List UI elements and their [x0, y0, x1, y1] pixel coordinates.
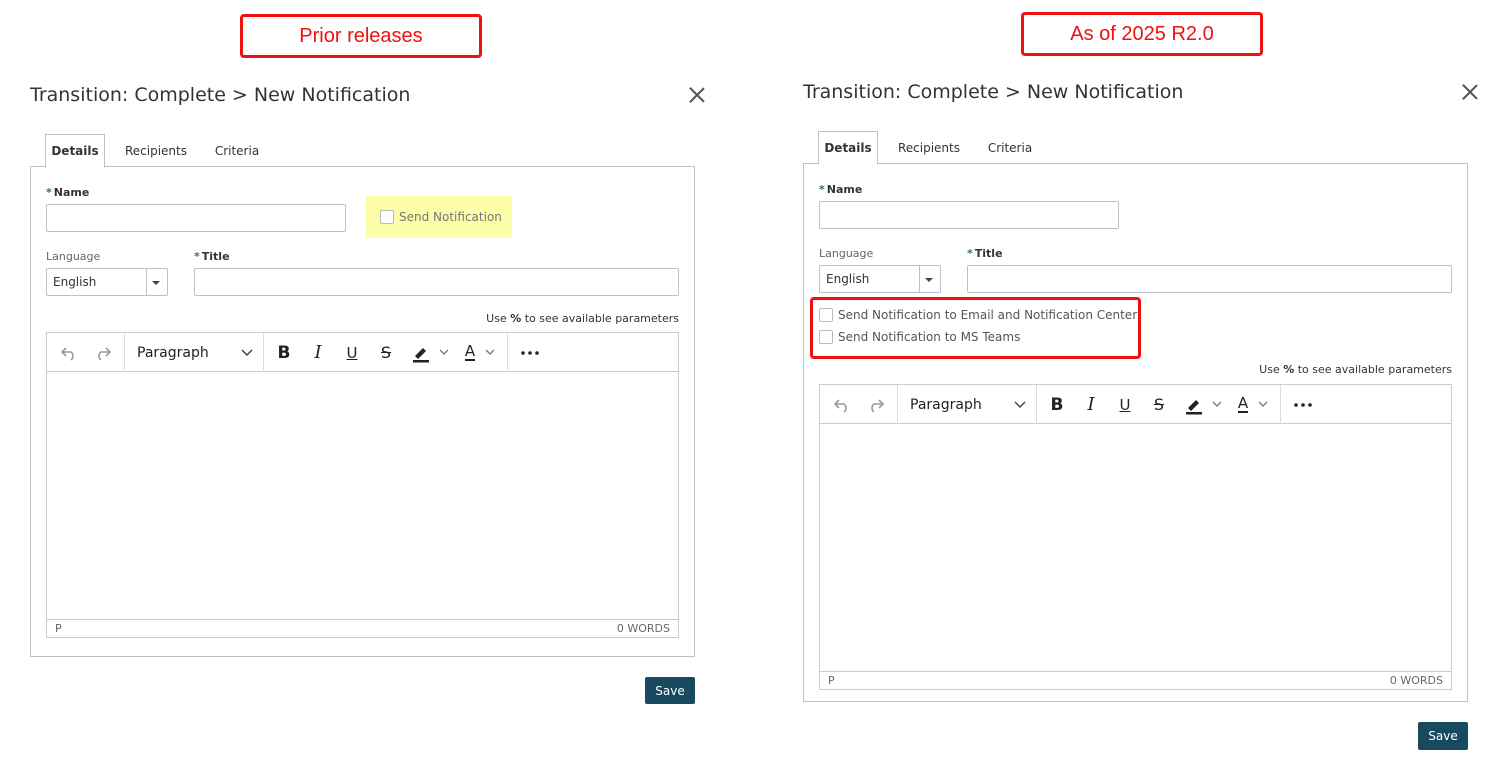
more-icon[interactable]	[515, 333, 545, 372]
tab-criteria[interactable]: Criteria	[208, 134, 266, 168]
send-teams-checkbox[interactable]: Send Notification to MS Teams	[819, 330, 1020, 344]
strikethrough-icon[interactable]: S	[373, 333, 399, 372]
strikethrough-icon[interactable]: S	[1146, 385, 1172, 424]
close-icon[interactable]	[689, 87, 705, 103]
more-icon[interactable]	[1288, 385, 1318, 424]
language-value: English	[826, 272, 870, 286]
chevron-down-icon	[439, 349, 449, 355]
text-color-icon[interactable]: A	[1230, 385, 1276, 424]
language-label: Language	[819, 247, 874, 260]
tab-criteria[interactable]: Criteria	[981, 131, 1039, 165]
checkbox-box[interactable]	[819, 330, 833, 344]
chevron-down-icon	[241, 348, 253, 356]
caret-down-icon	[152, 281, 160, 285]
language-value: English	[53, 275, 97, 289]
underline-icon[interactable]: U	[1112, 385, 1138, 424]
send-email-label: Send Notification to Email and Notificat…	[838, 308, 1138, 322]
rich-text-editor: Paragraph B I U S A P 0 WORDS	[46, 332, 679, 638]
name-input[interactable]	[819, 201, 1119, 229]
send-notification-checkbox[interactable]: Send Notification	[380, 210, 502, 224]
language-label: Language	[46, 250, 101, 263]
title-input[interactable]	[967, 265, 1452, 293]
caret-down-icon	[925, 278, 933, 282]
language-select[interactable]: English	[819, 265, 941, 293]
send-notification-label: Send Notification	[399, 210, 502, 224]
underline-icon[interactable]: U	[339, 333, 365, 372]
text-color-icon[interactable]: A	[457, 333, 503, 372]
save-button[interactable]: Save	[1418, 722, 1468, 750]
dialog-title: Transition: Complete > New Notification	[30, 84, 411, 106]
italic-icon[interactable]: I	[305, 333, 331, 372]
format-value: Paragraph	[910, 396, 982, 413]
chevron-down-icon	[1014, 400, 1026, 408]
editor-statusbar: P 0 WORDS	[820, 671, 1451, 689]
tab-recipients[interactable]: Recipients	[118, 134, 194, 168]
editor-toolbar: Paragraph B I U S A	[820, 385, 1451, 424]
tab-details[interactable]: Details	[818, 131, 878, 165]
format-value: Paragraph	[137, 344, 209, 361]
checkbox-box[interactable]	[819, 308, 833, 322]
editor-statusbar: P 0 WORDS	[47, 619, 678, 637]
italic-icon[interactable]: I	[1078, 385, 1104, 424]
editor-toolbar: Paragraph B I U S A	[47, 333, 678, 372]
title-label: * Title	[194, 250, 230, 263]
parameters-hint: Use % to see available parameters	[486, 312, 679, 325]
format-select[interactable]: Paragraph	[898, 385, 1036, 424]
redo-icon[interactable]	[89, 333, 117, 372]
highlight-icon[interactable]	[1180, 385, 1226, 424]
undo-icon[interactable]	[828, 385, 856, 424]
dialog-title: Transition: Complete > New Notification	[803, 81, 1184, 103]
word-count: 0 WORDS	[616, 622, 670, 635]
chevron-down-icon	[485, 349, 495, 355]
bold-icon[interactable]: B	[271, 333, 297, 372]
chevron-down-icon	[1258, 401, 1268, 407]
name-input[interactable]	[46, 204, 346, 232]
checkbox-box[interactable]	[380, 210, 394, 224]
element-path: P	[828, 674, 835, 687]
format-select[interactable]: Paragraph	[125, 333, 263, 372]
parameters-hint: Use % to see available parameters	[1259, 363, 1452, 376]
redo-icon[interactable]	[862, 385, 890, 424]
name-label: * Name	[819, 183, 863, 196]
tab-recipients[interactable]: Recipients	[891, 131, 967, 165]
rich-text-editor: Paragraph B I U S A P 0 WORDS	[819, 384, 1452, 690]
left-dialog: Transition: Complete > New Notification …	[0, 0, 754, 772]
new-options-callout-box	[810, 297, 1141, 359]
title-input[interactable]	[194, 268, 679, 296]
close-icon[interactable]	[1462, 84, 1478, 100]
element-path: P	[55, 622, 62, 635]
word-count: 0 WORDS	[1389, 674, 1443, 687]
bold-icon[interactable]: B	[1044, 385, 1070, 424]
save-button[interactable]: Save	[645, 677, 695, 704]
name-label: * Name	[46, 186, 90, 199]
title-label: * Title	[967, 247, 1003, 260]
tab-details[interactable]: Details	[45, 134, 105, 168]
highlight-icon[interactable]	[407, 333, 453, 372]
chevron-down-icon	[1212, 401, 1222, 407]
send-email-checkbox[interactable]: Send Notification to Email and Notificat…	[819, 308, 1137, 322]
language-select[interactable]: English	[46, 268, 168, 296]
undo-icon[interactable]	[55, 333, 83, 372]
right-dialog: Transition: Complete > New Notification …	[773, 0, 1508, 772]
send-teams-label: Send Notification to MS Teams	[838, 330, 1021, 344]
